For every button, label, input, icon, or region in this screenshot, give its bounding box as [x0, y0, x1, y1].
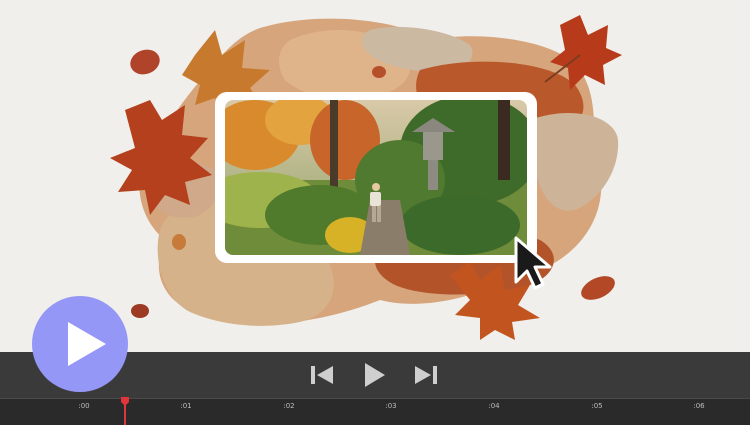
photo-frame	[215, 92, 537, 263]
timeline-tick: :01	[180, 402, 192, 410]
timeline-tick: :05	[591, 402, 603, 410]
timeline-ruler[interactable]: :00 :01 :02 :03 :04 :05 :06	[0, 397, 750, 425]
video-editor-preview: :00 :01 :02 :03 :04 :05 :06	[0, 0, 750, 425]
skip-previous-button[interactable]	[307, 360, 337, 390]
big-play-button[interactable]	[32, 296, 128, 392]
skip-next-button[interactable]	[411, 360, 441, 390]
play-icon	[68, 322, 106, 366]
play-icon	[365, 363, 385, 387]
skip-next-icon	[415, 366, 437, 384]
play-button[interactable]	[359, 360, 389, 390]
playhead-marker[interactable]	[121, 397, 129, 425]
timeline-tick: :02	[283, 402, 295, 410]
timeline-tick: :06	[693, 402, 705, 410]
skip-previous-icon	[311, 366, 333, 384]
timeline-tick: :00	[78, 402, 90, 410]
timeline-tick: :04	[488, 402, 500, 410]
timeline-tick: :03	[385, 402, 397, 410]
playhead-icon	[121, 397, 129, 425]
